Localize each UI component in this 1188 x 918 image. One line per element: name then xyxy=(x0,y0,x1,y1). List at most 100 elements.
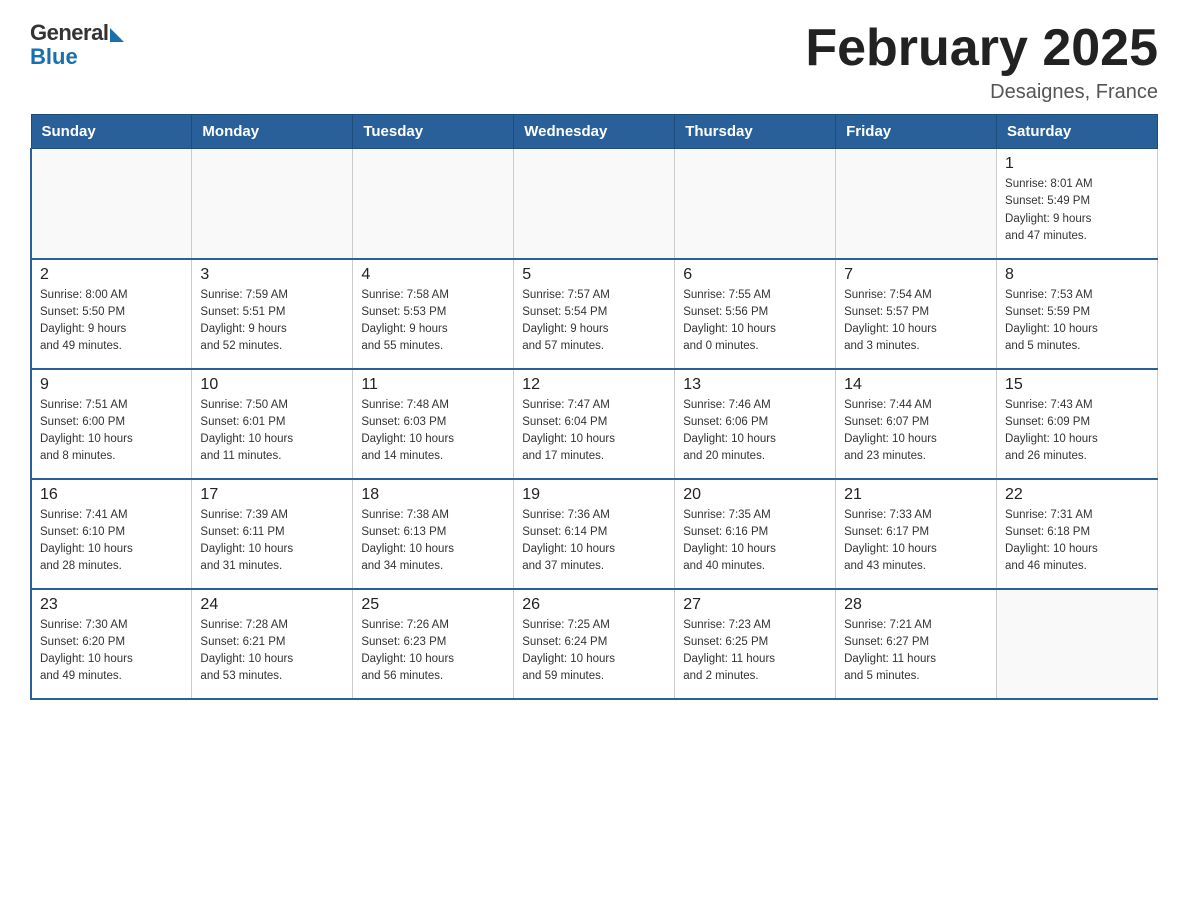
day-number: 8 xyxy=(1005,266,1149,284)
calendar-cell xyxy=(192,149,353,259)
day-detail: Sunrise: 7:57 AM Sunset: 5:54 PM Dayligh… xyxy=(522,287,666,356)
day-number: 22 xyxy=(1005,486,1149,504)
title-block: February 2025 Desaignes, France xyxy=(805,20,1158,104)
calendar-cell: 16 Sunrise: 7:41 AM Sunset: 6:10 PM Dayli… xyxy=(31,479,192,589)
day-detail: Sunrise: 7:53 AM Sunset: 5:59 PM Dayligh… xyxy=(1005,287,1149,356)
day-number: 19 xyxy=(522,486,666,504)
calendar-cell: 18 Sunrise: 7:38 AM Sunset: 6:13 PM Dayli… xyxy=(353,479,514,589)
location: Desaignes, France xyxy=(805,81,1158,104)
calendar-cell xyxy=(31,149,192,259)
calendar-cell xyxy=(353,149,514,259)
month-title: February 2025 xyxy=(805,20,1158,77)
day-number: 21 xyxy=(844,486,988,504)
calendar-cell: 22 Sunrise: 7:31 AM Sunset: 6:18 PM Dayli… xyxy=(997,479,1158,589)
calendar-table: SundayMondayTuesdayWednesdayThursdayFrid… xyxy=(30,114,1158,700)
calendar-cell: 2 Sunrise: 8:00 AM Sunset: 5:50 PM Daylig… xyxy=(31,259,192,369)
day-number: 10 xyxy=(200,376,344,394)
day-detail: Sunrise: 7:35 AM Sunset: 6:16 PM Dayligh… xyxy=(683,507,827,576)
calendar-cell: 20 Sunrise: 7:35 AM Sunset: 6:16 PM Dayli… xyxy=(675,479,836,589)
calendar-cell: 14 Sunrise: 7:44 AM Sunset: 6:07 PM Dayli… xyxy=(836,369,997,479)
calendar-cell: 4 Sunrise: 7:58 AM Sunset: 5:53 PM Daylig… xyxy=(353,259,514,369)
day-number: 26 xyxy=(522,596,666,614)
day-detail: Sunrise: 7:30 AM Sunset: 6:20 PM Dayligh… xyxy=(40,617,183,686)
day-detail: Sunrise: 7:47 AM Sunset: 6:04 PM Dayligh… xyxy=(522,397,666,466)
weekday-header-wednesday: Wednesday xyxy=(514,115,675,149)
day-detail: Sunrise: 7:31 AM Sunset: 6:18 PM Dayligh… xyxy=(1005,507,1149,576)
day-number: 7 xyxy=(844,266,988,284)
day-detail: Sunrise: 7:58 AM Sunset: 5:53 PM Dayligh… xyxy=(361,287,505,356)
calendar-cell: 9 Sunrise: 7:51 AM Sunset: 6:00 PM Daylig… xyxy=(31,369,192,479)
logo-blue-text: Blue xyxy=(30,44,78,70)
day-number: 9 xyxy=(40,376,183,394)
day-number: 28 xyxy=(844,596,988,614)
calendar-week-5: 23Sunrise: 7:30 AM Sunset: 6:20 PM Dayli… xyxy=(31,589,1158,699)
calendar-cell: 10Sunrise: 7:50 AM Sunset: 6:01 PM Dayli… xyxy=(192,369,353,479)
day-number: 3 xyxy=(200,266,344,284)
day-number: 25 xyxy=(361,596,505,614)
day-detail: Sunrise: 7:46 AM Sunset: 6:06 PM Dayligh… xyxy=(683,397,827,466)
calendar-cell: 26 Sunrise: 7:25 AM Sunset: 6:24 PM Dayli… xyxy=(514,589,675,699)
day-detail: Sunrise: 7:39 AM Sunset: 6:11 PM Dayligh… xyxy=(200,507,344,576)
calendar-cell: 3 Sunrise: 7:59 AM Sunset: 5:51 PM Daylig… xyxy=(192,259,353,369)
day-detail: Sunrise: 8:00 AM Sunset: 5:50 PM Dayligh… xyxy=(40,287,183,356)
calendar-cell: 13 Sunrise: 7:46 AM Sunset: 6:06 PM Dayli… xyxy=(675,369,836,479)
calendar-cell: 15 Sunrise: 7:43 AM Sunset: 6:09 PM Dayli… xyxy=(997,369,1158,479)
calendar-week-2: 2 Sunrise: 8:00 AM Sunset: 5:50 PM Daylig… xyxy=(31,259,1158,369)
day-number: 1 xyxy=(1005,155,1149,173)
day-number: 20 xyxy=(683,486,827,504)
calendar-cell: 1 Sunrise: 8:01 AM Sunset: 5:49 PM Daylig… xyxy=(997,149,1158,259)
weekday-header-saturday: Saturday xyxy=(997,115,1158,149)
day-detail: Sunrise: 7:36 AM Sunset: 6:14 PM Dayligh… xyxy=(522,507,666,576)
weekday-header-thursday: Thursday xyxy=(675,115,836,149)
calendar-cell xyxy=(997,589,1158,699)
day-detail: Sunrise: 8:01 AM Sunset: 5:49 PM Dayligh… xyxy=(1005,176,1149,245)
day-detail: Sunrise: 7:59 AM Sunset: 5:51 PM Dayligh… xyxy=(200,287,344,356)
calendar-week-4: 16 Sunrise: 7:41 AM Sunset: 6:10 PM Dayli… xyxy=(31,479,1158,589)
day-number: 16 xyxy=(40,486,183,504)
calendar-week-1: 1 Sunrise: 8:01 AM Sunset: 5:49 PM Daylig… xyxy=(31,149,1158,259)
logo-general-text: General xyxy=(30,20,108,46)
calendar-cell: 21 Sunrise: 7:33 AM Sunset: 6:17 PM Dayli… xyxy=(836,479,997,589)
calendar-cell xyxy=(675,149,836,259)
calendar-cell: 11Sunrise: 7:48 AM Sunset: 6:03 PM Dayli… xyxy=(353,369,514,479)
day-number: 6 xyxy=(683,266,827,284)
day-number: 15 xyxy=(1005,376,1149,394)
day-detail: Sunrise: 7:54 AM Sunset: 5:57 PM Dayligh… xyxy=(844,287,988,356)
day-number: 13 xyxy=(683,376,827,394)
calendar-cell: 12 Sunrise: 7:47 AM Sunset: 6:04 PM Dayli… xyxy=(514,369,675,479)
calendar-cell: 8 Sunrise: 7:53 AM Sunset: 5:59 PM Daylig… xyxy=(997,259,1158,369)
day-detail: Sunrise: 7:23 AM Sunset: 6:25 PM Dayligh… xyxy=(683,617,827,686)
calendar-cell: 5Sunrise: 7:57 AM Sunset: 5:54 PM Daylig… xyxy=(514,259,675,369)
day-detail: Sunrise: 7:26 AM Sunset: 6:23 PM Dayligh… xyxy=(361,617,505,686)
day-detail: Sunrise: 7:33 AM Sunset: 6:17 PM Dayligh… xyxy=(844,507,988,576)
page-header: General Blue February 2025 Desaignes, Fr… xyxy=(30,20,1158,104)
calendar-cell xyxy=(836,149,997,259)
day-detail: Sunrise: 7:21 AM Sunset: 6:27 PM Dayligh… xyxy=(844,617,988,686)
calendar-cell: 27 Sunrise: 7:23 AM Sunset: 6:25 PM Dayli… xyxy=(675,589,836,699)
weekday-header-monday: Monday xyxy=(192,115,353,149)
day-detail: Sunrise: 7:44 AM Sunset: 6:07 PM Dayligh… xyxy=(844,397,988,466)
day-number: 12 xyxy=(522,376,666,394)
calendar-cell: 19 Sunrise: 7:36 AM Sunset: 6:14 PM Dayli… xyxy=(514,479,675,589)
day-detail: Sunrise: 7:51 AM Sunset: 6:00 PM Dayligh… xyxy=(40,397,183,466)
day-detail: Sunrise: 7:43 AM Sunset: 6:09 PM Dayligh… xyxy=(1005,397,1149,466)
day-detail: Sunrise: 7:28 AM Sunset: 6:21 PM Dayligh… xyxy=(200,617,344,686)
calendar-week-3: 9 Sunrise: 7:51 AM Sunset: 6:00 PM Daylig… xyxy=(31,369,1158,479)
day-detail: Sunrise: 7:41 AM Sunset: 6:10 PM Dayligh… xyxy=(40,507,183,576)
day-number: 2 xyxy=(40,266,183,284)
calendar-cell: 17 Sunrise: 7:39 AM Sunset: 6:11 PM Dayli… xyxy=(192,479,353,589)
day-number: 17 xyxy=(200,486,344,504)
weekday-header-sunday: Sunday xyxy=(31,115,192,149)
calendar-cell: 28 Sunrise: 7:21 AM Sunset: 6:27 PM Dayli… xyxy=(836,589,997,699)
day-number: 11 xyxy=(361,376,505,394)
calendar-cell: 6 Sunrise: 7:55 AM Sunset: 5:56 PM Daylig… xyxy=(675,259,836,369)
calendar-cell: 25 Sunrise: 7:26 AM Sunset: 6:23 PM Dayli… xyxy=(353,589,514,699)
day-number: 14 xyxy=(844,376,988,394)
day-number: 4 xyxy=(361,266,505,284)
day-number: 27 xyxy=(683,596,827,614)
calendar-cell: 23Sunrise: 7:30 AM Sunset: 6:20 PM Dayli… xyxy=(31,589,192,699)
day-detail: Sunrise: 7:38 AM Sunset: 6:13 PM Dayligh… xyxy=(361,507,505,576)
day-detail: Sunrise: 7:55 AM Sunset: 5:56 PM Dayligh… xyxy=(683,287,827,356)
day-detail: Sunrise: 7:25 AM Sunset: 6:24 PM Dayligh… xyxy=(522,617,666,686)
day-number: 18 xyxy=(361,486,505,504)
